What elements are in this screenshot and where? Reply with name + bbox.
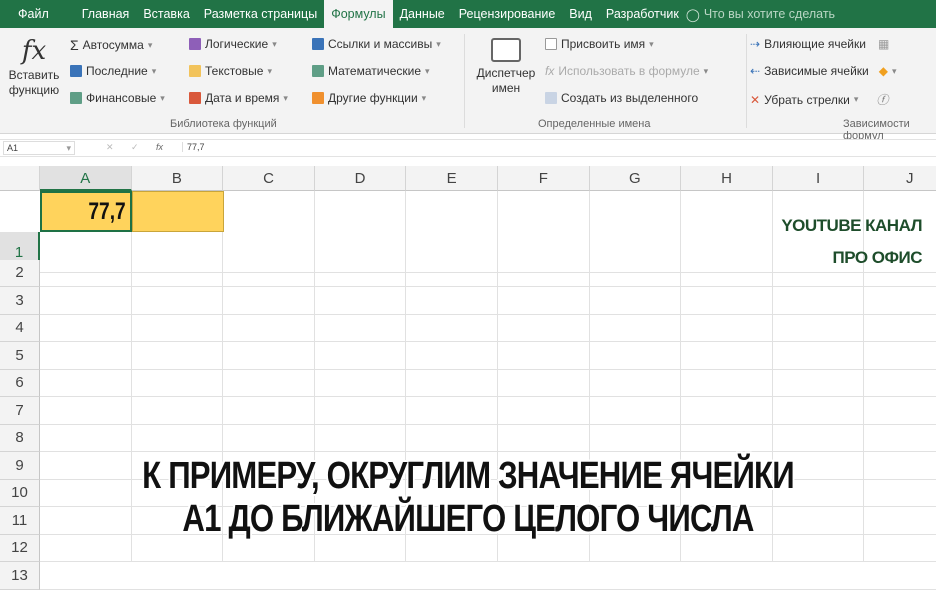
gridline bbox=[40, 561, 936, 562]
tab-formulas[interactable]: Формулы bbox=[324, 0, 393, 28]
group-label-names: Определенные имена bbox=[538, 118, 651, 130]
column-header-I[interactable]: I bbox=[772, 166, 865, 191]
evaluate-formula-icon[interactable]: ⓕ bbox=[876, 91, 888, 108]
fx-small-icon: fx bbox=[545, 64, 555, 78]
gridline bbox=[40, 423, 936, 425]
remove-arrows-icon: ✕ bbox=[750, 92, 761, 107]
ribbon: fx Вставить функцию Σ Автосумма ▾ Последни… bbox=[0, 28, 936, 142]
trace-dependents-button[interactable]: ⇠ Зависимые ячейки ◆ ▾ bbox=[750, 64, 897, 78]
create-from-selection-icon bbox=[545, 92, 557, 104]
gridline bbox=[40, 396, 936, 397]
row-header-12[interactable]: 12 bbox=[0, 534, 40, 562]
tab-insert[interactable]: Вставка bbox=[136, 0, 196, 28]
star-icon bbox=[70, 65, 82, 77]
trace-precedents-icon: ⇢ bbox=[750, 37, 761, 51]
column-header-E[interactable]: E bbox=[406, 166, 498, 191]
recent-button[interactable]: Последние ▾ bbox=[70, 64, 156, 78]
gridline bbox=[40, 286, 936, 287]
gridline bbox=[40, 588, 936, 590]
logical-icon bbox=[189, 38, 201, 50]
watermark-line-2: ПРО ОФИС bbox=[832, 248, 922, 267]
calendar-icon bbox=[189, 92, 201, 104]
row-header-2[interactable]: 2 bbox=[0, 259, 40, 287]
name-box[interactable]: A1 ▾ bbox=[3, 141, 75, 155]
watermark-line-1: YOUTUBE КАНАЛ bbox=[781, 216, 922, 235]
caption-line-2: А1 ДО БЛИЖАЙШЕГО ЦЕЛОГО ЧИСЛА bbox=[182, 498, 754, 540]
enter-icon[interactable]: ✓ bbox=[131, 142, 139, 153]
fx-icon[interactable]: fx bbox=[156, 142, 163, 152]
fx-icon: fx bbox=[21, 36, 47, 66]
more-functions-icon bbox=[312, 92, 324, 104]
column-header-F[interactable]: F bbox=[498, 166, 590, 191]
error-checking-icon[interactable]: ◆ bbox=[879, 64, 888, 78]
tab-view[interactable]: Вид bbox=[562, 0, 599, 28]
text-icon bbox=[189, 65, 201, 77]
cell-b1[interactable] bbox=[132, 191, 224, 232]
column-header-J[interactable]: J bbox=[864, 166, 936, 191]
gridline bbox=[40, 368, 936, 370]
column-header-A[interactable]: A bbox=[40, 166, 132, 191]
group-label-library: Библиотека функций bbox=[170, 118, 277, 130]
show-formulas-icon[interactable]: ▦ bbox=[878, 37, 889, 51]
row-header-7[interactable]: 7 bbox=[0, 397, 40, 425]
trace-precedents-button[interactable]: ⇢ Влияющие ячейки ▦ bbox=[750, 37, 889, 51]
autosum-button[interactable]: Σ Автосумма ▾ bbox=[70, 37, 152, 53]
text-button[interactable]: Текстовые ▾ bbox=[189, 64, 272, 78]
gridline bbox=[40, 272, 936, 273]
use-in-formula-button[interactable]: fx Использовать в формуле ▾ bbox=[545, 64, 708, 78]
ribbon-tabs: Файл Главная Вставка Разметка страницы Ф… bbox=[0, 0, 936, 28]
name-manager-icon bbox=[491, 38, 521, 62]
gridline bbox=[40, 341, 936, 342]
tag-icon bbox=[545, 38, 557, 50]
tab-developer[interactable]: Разработчик bbox=[599, 0, 686, 28]
tab-file[interactable]: Файл bbox=[0, 0, 75, 28]
cancel-icon[interactable]: ✕ bbox=[106, 142, 114, 153]
math-icon bbox=[312, 65, 324, 77]
row-header-6[interactable]: 6 bbox=[0, 369, 40, 397]
tell-me-input[interactable]: Что вы хотите сделать bbox=[704, 7, 835, 21]
caption-line-1: К ПРИМЕРУ, ОКРУГЛИМ ЗНАЧЕНИЕ ЯЧЕЙКИ bbox=[142, 455, 795, 497]
more-functions-button[interactable]: Другие функции ▾ bbox=[312, 91, 426, 105]
logical-button[interactable]: Логические ▾ bbox=[189, 37, 277, 51]
lookup-button[interactable]: Ссылки и массивы ▾ bbox=[312, 37, 441, 51]
sigma-icon: Σ bbox=[70, 37, 79, 53]
column-header-B[interactable]: B bbox=[131, 166, 224, 191]
column-header-H[interactable]: H bbox=[681, 166, 773, 191]
remove-arrows-button[interactable]: ✕ Убрать стрелки ▾ ⓕ bbox=[750, 91, 888, 108]
row-header-8[interactable]: 8 bbox=[0, 424, 40, 452]
gridline bbox=[40, 313, 936, 315]
row-header-5[interactable]: 5 bbox=[0, 342, 40, 370]
name-manager-button[interactable]: Диспетчер имен bbox=[466, 36, 546, 96]
define-name-button[interactable]: Присвоить имя ▾ bbox=[545, 37, 654, 51]
column-header-C[interactable]: C bbox=[223, 166, 315, 191]
select-all-corner[interactable] bbox=[0, 166, 40, 191]
gridline bbox=[40, 451, 936, 452]
insert-function-button[interactable]: fx Вставить функцию bbox=[2, 34, 66, 98]
math-button[interactable]: Математические ▾ bbox=[312, 64, 430, 78]
lookup-icon bbox=[312, 38, 324, 50]
row-header-13[interactable]: 13 bbox=[0, 562, 40, 590]
tab-page-layout[interactable]: Разметка страницы bbox=[197, 0, 324, 28]
date-time-button[interactable]: Дата и время ▾ bbox=[189, 91, 288, 105]
create-from-selection-button[interactable]: Создать из выделенного bbox=[545, 91, 698, 105]
column-header-G[interactable]: G bbox=[589, 166, 682, 191]
formula-bar: A1 ▾ ✕ ✓ fx 77,7 bbox=[0, 139, 936, 157]
divider bbox=[464, 34, 465, 128]
divider bbox=[746, 34, 747, 128]
trace-dependents-icon: ⇠ bbox=[750, 64, 761, 78]
tab-review[interactable]: Рецензирование bbox=[452, 0, 563, 28]
financial-icon bbox=[70, 92, 82, 104]
tab-home[interactable]: Главная bbox=[75, 0, 137, 28]
row-header-11[interactable]: 11 bbox=[0, 507, 40, 535]
column-header-D[interactable]: D bbox=[314, 166, 407, 191]
cell-a1[interactable]: 77,7 bbox=[40, 191, 132, 232]
row-header-10[interactable]: 10 bbox=[0, 479, 40, 507]
financial-button[interactable]: Финансовые ▾ bbox=[70, 91, 165, 105]
row-header-3[interactable]: 3 bbox=[0, 287, 40, 315]
row-header-4[interactable]: 4 bbox=[0, 314, 40, 342]
formula-input[interactable]: 77,7 bbox=[182, 142, 922, 152]
row-header-9[interactable]: 9 bbox=[0, 452, 40, 480]
lightbulb-icon: ◯ bbox=[685, 7, 700, 22]
tab-data[interactable]: Данные bbox=[393, 0, 452, 28]
